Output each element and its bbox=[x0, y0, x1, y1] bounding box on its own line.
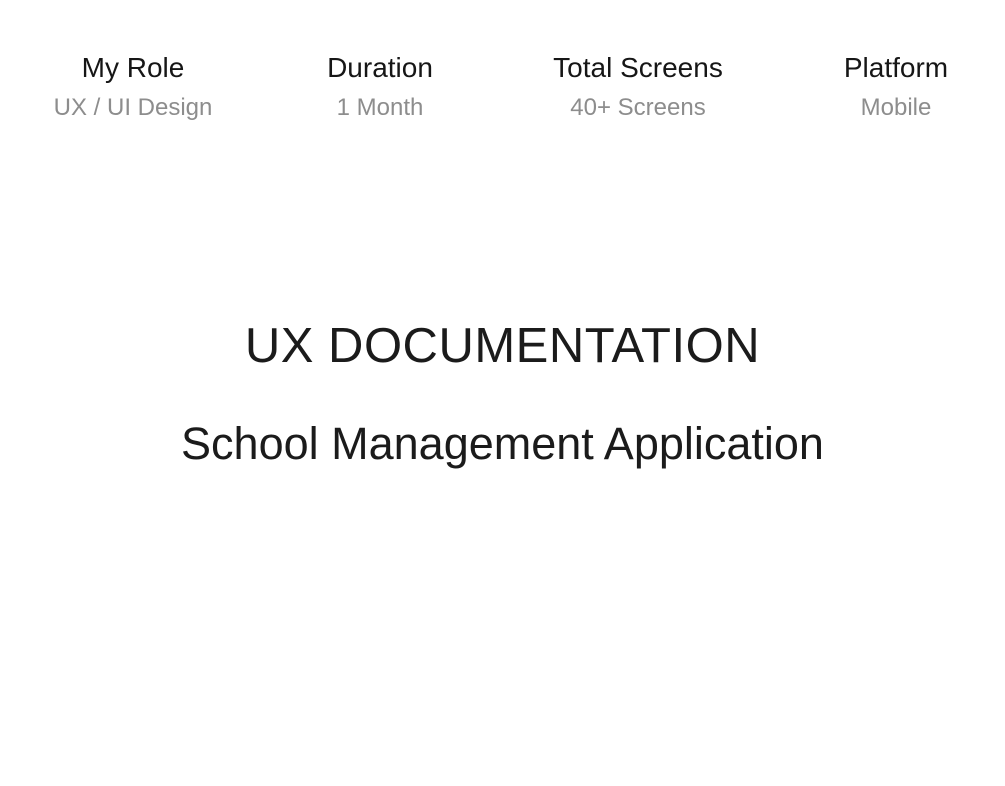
meta-item-platform: Platform Mobile bbox=[786, 52, 1005, 122]
meta-item-total-screens: Total Screens 40+ Screens bbox=[528, 52, 748, 122]
meta-label: My Role bbox=[81, 52, 185, 83]
meta-value: UX / UI Design bbox=[53, 94, 213, 121]
meta-value: 1 Month bbox=[336, 94, 424, 121]
meta-value: 40+ Screens bbox=[570, 94, 706, 121]
document-title: UX DOCUMENTATION bbox=[244, 319, 761, 373]
meta-value: Mobile bbox=[860, 94, 932, 121]
project-meta-row: My Role UX / UI Design Duration 1 Month … bbox=[0, 52, 1005, 132]
meta-item-duration: Duration 1 Month bbox=[270, 52, 490, 122]
meta-label: Duration bbox=[327, 52, 433, 83]
document-subtitle: School Management Application bbox=[181, 418, 824, 469]
meta-label: Platform bbox=[843, 52, 949, 83]
meta-item-role: My Role UX / UI Design bbox=[23, 52, 243, 122]
meta-label: Total Screens bbox=[553, 52, 723, 83]
